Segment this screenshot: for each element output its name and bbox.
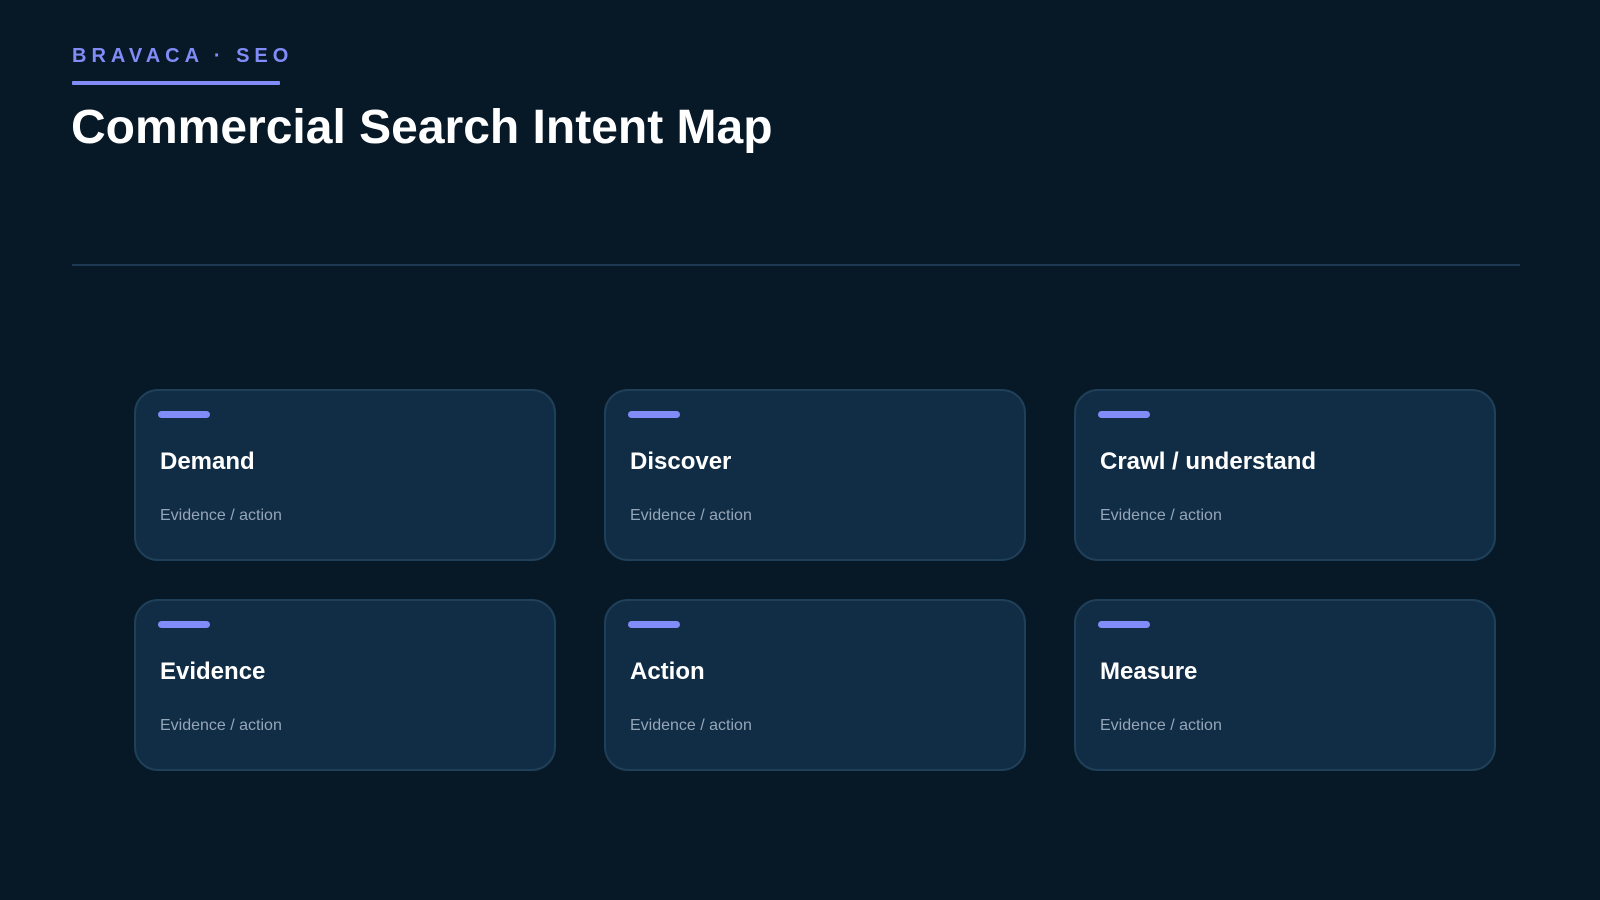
intent-card-grid: Demand Evidence / action Discover Eviden… xyxy=(134,389,1496,771)
card-title: Crawl / understand xyxy=(1100,448,1317,475)
card-accent-bar xyxy=(628,411,680,418)
card-subtitle: Evidence / action xyxy=(630,717,752,734)
section-divider xyxy=(72,264,1520,266)
card-subtitle: Evidence / action xyxy=(630,507,752,524)
card-demand: Demand Evidence / action xyxy=(134,389,556,561)
card-subtitle: Evidence / action xyxy=(160,717,282,734)
card-title: Action xyxy=(630,658,705,685)
card-subtitle: Evidence / action xyxy=(160,507,282,524)
card-action: Action Evidence / action xyxy=(604,599,1026,771)
card-title: Evidence xyxy=(160,658,266,685)
card-title: Demand xyxy=(160,448,255,475)
card-subtitle: Evidence / action xyxy=(1100,717,1222,734)
card-accent-bar xyxy=(158,411,210,418)
card-accent-bar xyxy=(1098,621,1150,628)
card-accent-bar xyxy=(628,621,680,628)
card-accent-bar xyxy=(1098,411,1150,418)
slide: BRAVACA · SEO Commercial Search Intent M… xyxy=(0,0,1600,900)
card-title: Measure xyxy=(1100,658,1198,685)
page-title: Commercial Search Intent Map xyxy=(71,101,773,154)
card-evidence: Evidence Evidence / action xyxy=(134,599,556,771)
brand-eyebrow: BRAVACA · SEO xyxy=(72,45,294,67)
card-accent-bar xyxy=(158,621,210,628)
card-crawl-understand: Crawl / understand Evidence / action xyxy=(1074,389,1496,561)
card-title: Discover xyxy=(630,448,732,475)
card-discover: Discover Evidence / action xyxy=(604,389,1026,561)
card-measure: Measure Evidence / action xyxy=(1074,599,1496,771)
eyebrow-underline xyxy=(72,81,280,85)
card-subtitle: Evidence / action xyxy=(1100,507,1222,524)
